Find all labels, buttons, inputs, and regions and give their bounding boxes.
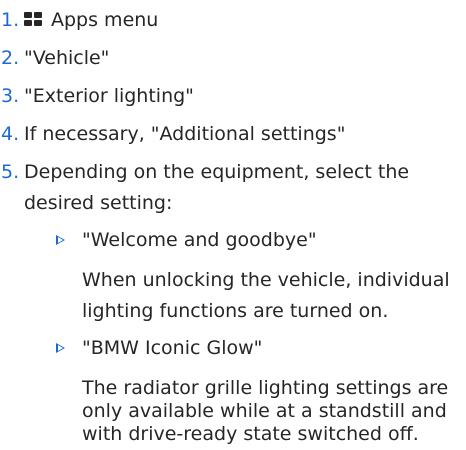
option-title: "BMW Iconic Glow" [82, 337, 263, 359]
apps-menu-label: Apps menu [51, 9, 159, 31]
step-text-line: desired setting: [24, 192, 173, 214]
step-text: Apps menu [24, 5, 158, 36]
step-text-line: Depending on the equipment, select the [24, 161, 410, 183]
option-description-line: When unlocking the vehicle, individual [82, 269, 450, 291]
triangle-arrow-icon [56, 235, 65, 245]
step-text: If necessary, "Additional settings" [24, 123, 346, 145]
option-title: "Welcome and goodbye" [82, 229, 317, 251]
step-number: 2. [1, 47, 20, 69]
step-number: 4. [1, 123, 20, 145]
option-description-line: with drive-ready state switched off. [82, 423, 419, 445]
step-text: "Vehicle" [24, 47, 110, 69]
triangle-arrow-icon [56, 343, 65, 353]
step-text: "Exterior lighting" [24, 85, 194, 107]
option-description-line: lighting functions are turned on. [82, 300, 389, 322]
apps-grid-icon [24, 12, 43, 27]
step-number: 3. [1, 85, 20, 107]
step-number: 1. [1, 9, 20, 31]
step-number: 5. [1, 161, 20, 183]
